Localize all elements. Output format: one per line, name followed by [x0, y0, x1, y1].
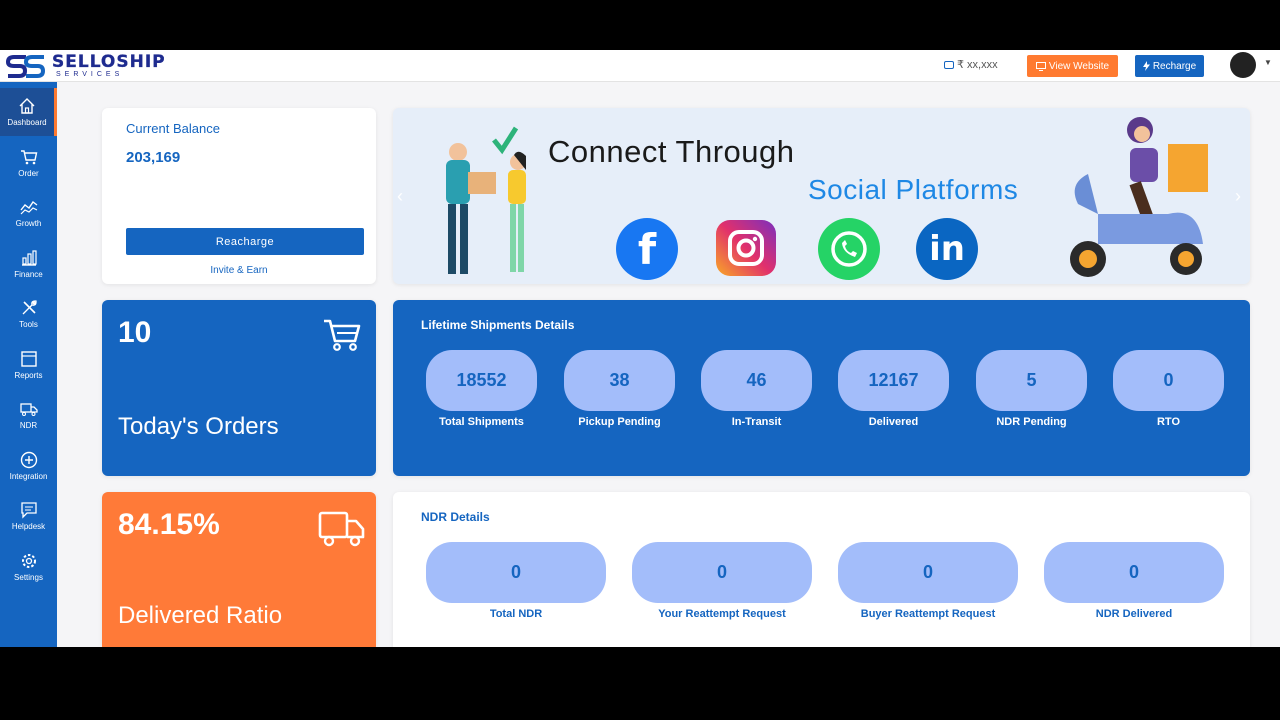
- wallet-amount: ₹ xx,xxx: [957, 59, 998, 71]
- stat-total-ndr[interactable]: 0: [426, 542, 606, 603]
- stat-label: Delivered: [868, 416, 919, 428]
- sidebar-item-label: Order: [18, 169, 39, 178]
- recharge-top-label: Recharge: [1152, 60, 1197, 72]
- stat-label: Pickup Pending: [578, 416, 661, 428]
- delivered-ratio-label: Delivered Ratio: [118, 602, 283, 629]
- ndr-title: NDR Details: [421, 510, 490, 524]
- stat-label: NDR Pending: [996, 416, 1067, 428]
- logo-mark-icon: [6, 55, 46, 78]
- sidebar-item-label: Finance: [14, 270, 43, 279]
- current-balance-card: Current Balance 203,169 Reacharge Invite…: [102, 108, 376, 284]
- balance-label: Current Balance: [126, 121, 220, 136]
- truck-icon: [19, 403, 38, 416]
- instagram-icon[interactable]: [716, 220, 776, 276]
- stat-label: Total NDR: [489, 608, 543, 620]
- home-icon: [19, 98, 35, 114]
- delivered-ratio-value: 84.15%: [118, 508, 220, 541]
- stat-label: In-Transit: [731, 416, 782, 428]
- truck-icon: [318, 511, 365, 547]
- sidebar-item-label: Growth: [15, 219, 42, 228]
- stat-rto[interactable]: 0: [1113, 350, 1224, 411]
- sidebar-item-label: Helpdesk: [11, 522, 46, 531]
- stat-in-transit[interactable]: 46: [701, 350, 812, 411]
- finance-icon: [21, 250, 37, 266]
- sidebar-item-order[interactable]: Order: [0, 139, 57, 187]
- cart-icon: [324, 319, 361, 351]
- ndr-details-card: NDR Details 0 Total NDR 0 Your Reattempt…: [393, 492, 1250, 647]
- view-website-label: View Website: [1048, 60, 1110, 72]
- brand-logo[interactable]: SELLOSHIP SERVICES: [6, 52, 166, 80]
- lifetime-title: Lifetime Shipments Details: [421, 318, 575, 332]
- facebook-icon[interactable]: f: [616, 218, 678, 280]
- sidebar-item-label: Integration: [9, 472, 48, 481]
- top-bar: SELLOSHIP SERVICES ₹ xx,xxx View Website…: [0, 50, 1280, 82]
- stat-label: Total Shipments: [439, 416, 524, 428]
- sidebar-item-growth[interactable]: Growth: [0, 189, 57, 237]
- stat-buyer-reattempt[interactable]: 0: [838, 542, 1018, 603]
- growth-chart-icon: [19, 200, 37, 215]
- sidebar-item-reports[interactable]: Reports: [0, 341, 57, 389]
- stat-label: RTO: [1156, 416, 1181, 428]
- stat-total-shipments[interactable]: 18552: [426, 350, 537, 411]
- whatsapp-icon[interactable]: [818, 218, 880, 280]
- todays-orders-label: Today's Orders: [118, 413, 279, 440]
- lifetime-shipments-card: Lifetime Shipments Details 18552 Total S…: [393, 300, 1250, 476]
- sidebar-item-helpdesk[interactable]: Helpdesk: [0, 492, 57, 540]
- sidebar-item-tools[interactable]: Tools: [0, 290, 57, 338]
- delivered-ratio-card[interactable]: 84.15% Delivered Ratio: [102, 492, 376, 647]
- stat-label: Your Reattempt Request: [658, 608, 786, 620]
- stat-pickup-pending[interactable]: 38: [564, 350, 675, 411]
- sidebar-item-integration[interactable]: Integration: [0, 442, 57, 490]
- sidebar-item-dashboard[interactable]: Dashboard: [0, 88, 57, 136]
- chevron-down-icon[interactable]: ▼: [1264, 58, 1272, 67]
- tools-icon: [22, 300, 37, 315]
- wallet-balance[interactable]: ₹ xx,xxx: [944, 58, 998, 71]
- gear-icon: [21, 554, 36, 568]
- delivery-handover-illustration: [446, 126, 526, 274]
- stat-label: Buyer Reattempt Request: [860, 608, 996, 620]
- sidebar-item-label: Dashboard: [7, 118, 47, 127]
- sidebar-item-label: Reports: [14, 371, 43, 380]
- sidebar: Dashboard Order Growth Finance Tools Rep…: [0, 82, 57, 647]
- app-screen: SELLOSHIP SERVICES ₹ xx,xxx View Website…: [0, 50, 1280, 647]
- stat-label: NDR Delivered: [1095, 608, 1173, 620]
- banner-title: Connect Through: [548, 134, 795, 169]
- reports-icon: [20, 351, 37, 367]
- social-banner: ‹ › Connect Through Social Platforms f i…: [393, 108, 1250, 284]
- view-website-button[interactable]: View Website: [1027, 55, 1118, 77]
- carousel-next-icon[interactable]: ›: [1235, 186, 1241, 207]
- scooter-rider-illustration: [1070, 117, 1208, 277]
- cart-icon: [20, 150, 37, 165]
- sidebar-item-ndr[interactable]: NDR: [0, 391, 57, 439]
- banner-subtitle: Social Platforms: [808, 174, 1019, 205]
- invite-earn-link[interactable]: Invite & Earn: [102, 265, 376, 276]
- todays-orders-card[interactable]: 10 Today's Orders: [102, 300, 376, 476]
- stat-your-reattempt[interactable]: 0: [632, 542, 812, 603]
- carousel-prev-icon[interactable]: ‹: [397, 186, 403, 207]
- sidebar-item-label: Tools: [19, 320, 38, 329]
- sidebar-item-settings[interactable]: Settings: [0, 543, 57, 591]
- sidebar-item-label: Settings: [14, 573, 43, 582]
- stat-ndr-pending[interactable]: 5: [976, 350, 1087, 411]
- linkedin-icon[interactable]: in: [916, 218, 978, 280]
- sidebar-item-finance[interactable]: Finance: [0, 240, 57, 288]
- recharge-top-button[interactable]: Recharge: [1135, 55, 1204, 77]
- brand-name: SELLOSHIP: [52, 52, 166, 72]
- recharge-button[interactable]: Reacharge: [126, 228, 364, 255]
- stat-ndr-delivered[interactable]: 0: [1044, 542, 1224, 603]
- bolt-icon: [1142, 61, 1150, 71]
- stat-delivered[interactable]: 12167: [838, 350, 949, 411]
- chat-icon: [20, 502, 37, 519]
- balance-value: 203,169: [126, 149, 181, 166]
- monitor-icon: [1035, 61, 1046, 71]
- user-avatar[interactable]: [1230, 52, 1256, 78]
- todays-orders-value: 10: [118, 316, 152, 349]
- brand-sub: SERVICES: [56, 71, 124, 78]
- plus-circle-icon: [20, 451, 37, 469]
- sidebar-item-label: NDR: [19, 421, 38, 430]
- wallet-icon: [944, 60, 954, 69]
